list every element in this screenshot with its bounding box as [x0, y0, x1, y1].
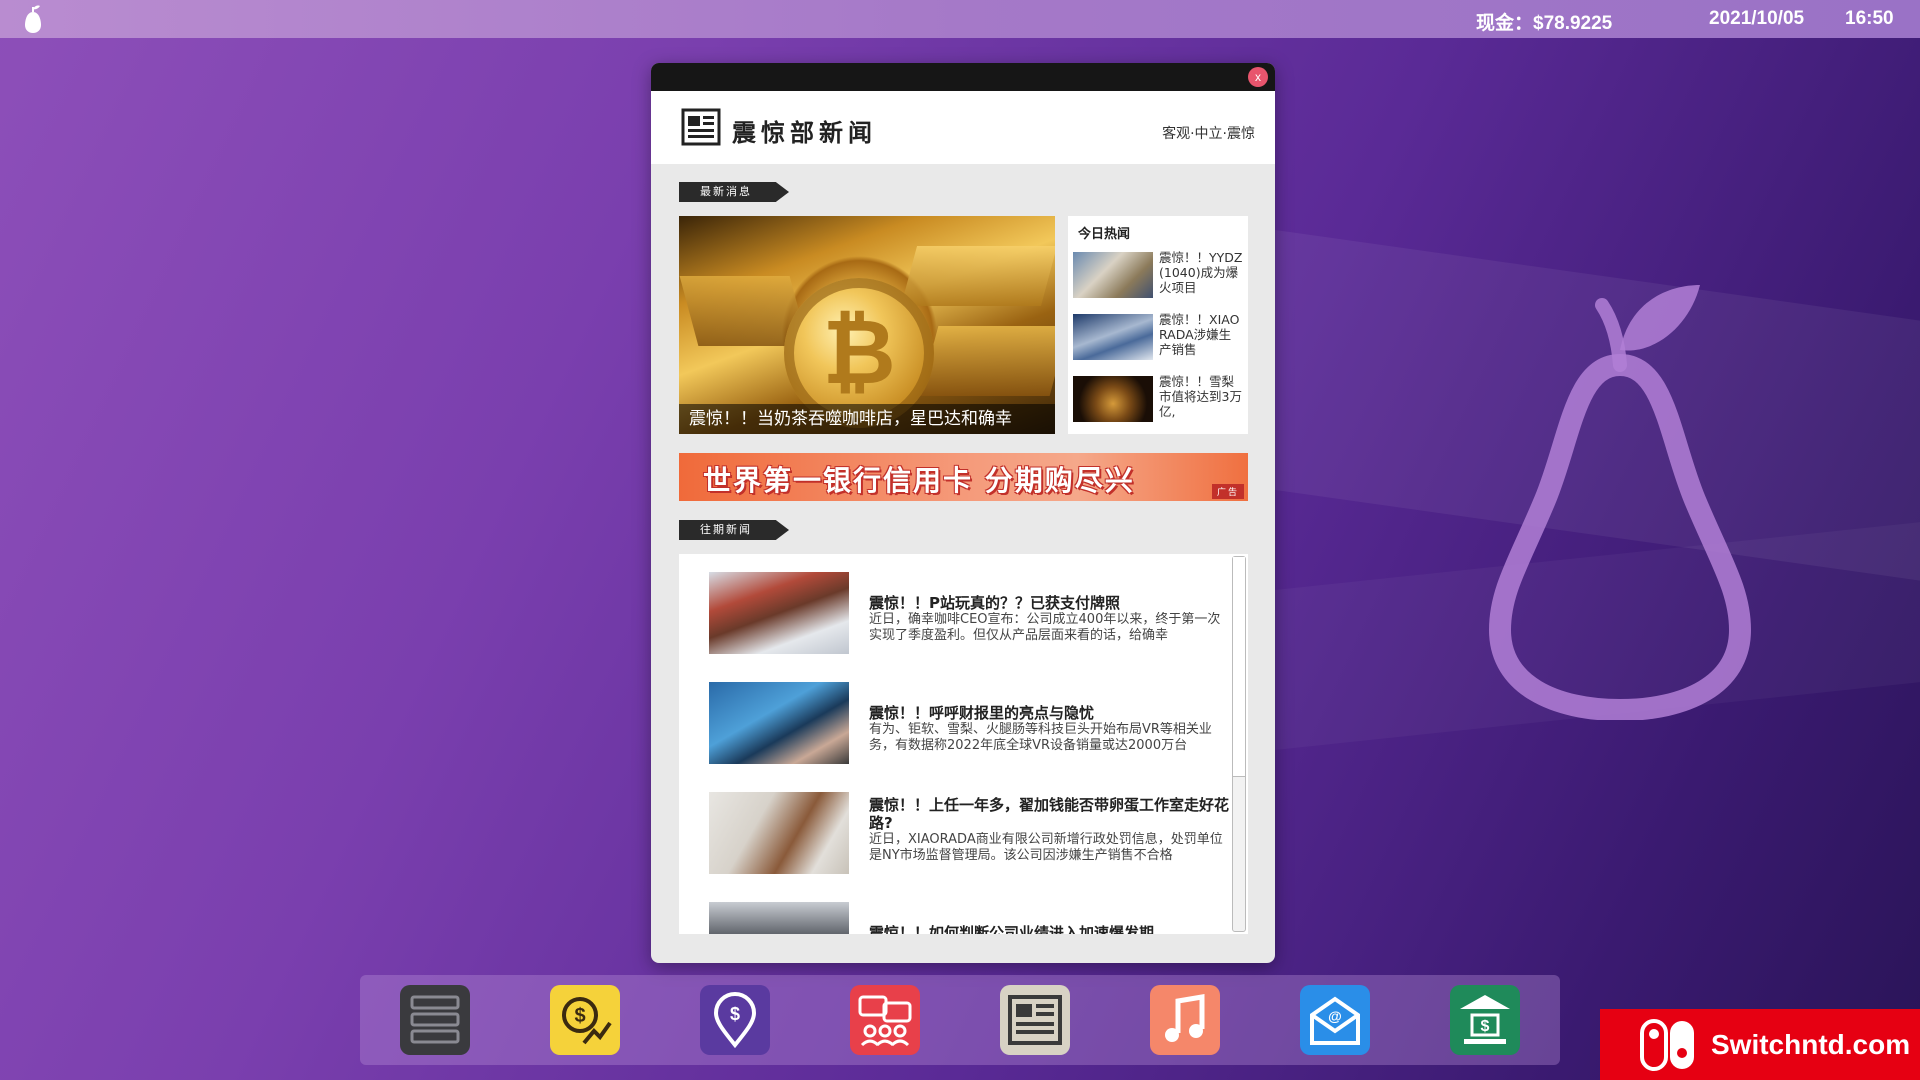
hot-news-text: 震惊！！XIAORADA涉嫌生产销售	[1159, 312, 1240, 357]
article-summary: 近日，确幸咖啡CEO宣布：公司成立400年以来，终于第一次实现了季度盈利。但仅从…	[869, 612, 1221, 643]
svg-text:$: $	[574, 1005, 585, 1027]
svg-text:@: @	[1328, 1008, 1342, 1024]
window-titlebar[interactable]: x	[651, 63, 1275, 91]
svg-text:$: $	[730, 1004, 740, 1024]
hot-news-item[interactable]: 震惊！！YYDZ(1040)成为爆火项目	[1073, 250, 1243, 304]
news-tagline: 客观·中立·震惊	[1162, 126, 1255, 142]
ad-tag: 广告	[1211, 484, 1244, 499]
past-news-list: 震惊！！P站玩真的？？已获支付牌照 近日，确幸咖啡CEO宣布：公司成立400年以…	[679, 554, 1248, 934]
hot-news-text: 震惊！！YYDZ(1040)成为爆火项目	[1159, 250, 1243, 295]
article-thumbnail	[709, 792, 849, 874]
hot-news-item[interactable]: 震惊！！XIAORADA涉嫌生产销售	[1073, 312, 1243, 366]
article-summary: 有为、钜软、雪梨、火腿肠等科技巨头开始布局VR等相关业务，有数据称2022年底全…	[869, 722, 1212, 753]
date-display: 2021/10/05	[1709, 8, 1805, 29]
pear-logo-icon[interactable]	[20, 4, 46, 34]
watermark-text: Switchntd.com	[1711, 1029, 1911, 1060]
past-news-article[interactable]: 震惊！！如何判断公司业绩进入加速爆发期	[709, 902, 1219, 934]
past-news-article[interactable]: 震惊！！上任一年多，翟加钱能否带卵蛋工作室走好花路? 近日，XIAORADA商业…	[709, 792, 1229, 876]
menu-bar: 现金：$78.9225 2021/10/05 16:50	[0, 0, 1920, 38]
article-thumbnail	[709, 572, 849, 654]
close-button[interactable]: x	[1248, 67, 1268, 87]
article-title: 震惊！！如何判断公司业绩进入加速爆发期	[869, 924, 1155, 934]
hot-news-panel: 今日热闻 震惊！！YYDZ(1040)成为爆火项目 震惊！！XIAORADA涉嫌…	[1068, 216, 1248, 434]
article-thumbnail	[709, 682, 849, 764]
location-dollar-icon[interactable]: $	[700, 985, 770, 1055]
ad-text: 世界第一银行信用卡 分期购尽兴	[703, 464, 1135, 497]
news-header: 震惊部新闻 客观·中立·震惊	[651, 91, 1275, 164]
article-title: 震惊！！上任一年多，翟加钱能否带卵蛋工作室走好花路?	[869, 796, 1230, 832]
bank-icon[interactable]: $	[1450, 985, 1520, 1055]
newspaper-icon	[681, 108, 721, 146]
scrollbar-thumb[interactable]	[1233, 557, 1245, 777]
time-display: 16:50	[1845, 8, 1894, 29]
server-icon[interactable]	[400, 985, 470, 1055]
hot-news-thumbnail	[1073, 376, 1153, 422]
app-dock: $ $ @ $	[360, 975, 1560, 1065]
news-brand-title: 震惊部新闻	[732, 119, 877, 147]
pear-wallpaper-icon	[1488, 285, 1752, 720]
cash-display: 现金：$78.9225	[1476, 13, 1613, 34]
article-thumbnail	[709, 902, 849, 934]
newspaper-icon[interactable]	[1000, 985, 1070, 1055]
hot-news-title: 今日热闻	[1078, 227, 1131, 242]
past-news-article[interactable]: 震惊！！呼呼财报里的亮点与隐忧 有为、钜软、雪梨、火腿肠等科技巨头开始布局VR等…	[709, 682, 1219, 766]
hero-news-card[interactable]: ₿ 震惊！！当奶茶吞噬咖啡店，星巴达和确幸	[679, 216, 1055, 434]
switch-logo-icon	[1640, 1019, 1694, 1071]
chat-group-icon[interactable]	[850, 985, 920, 1055]
mail-icon[interactable]: @	[1300, 985, 1370, 1055]
past-news-label: 往期新闻	[679, 520, 789, 540]
hot-news-thumbnail	[1073, 314, 1153, 360]
gold-bar-image	[919, 326, 1055, 396]
gold-bar-image	[900, 246, 1055, 306]
latest-news-label: 最新消息	[679, 182, 789, 202]
hot-news-text: 震惊！！雪梨市值将达到3万亿,	[1159, 374, 1242, 419]
music-icon[interactable]	[1150, 985, 1220, 1055]
article-summary: 近日，XIAORADA商业有限公司新增行政处罚信息，处罚单位是NY市场监督管理局…	[869, 832, 1223, 863]
svg-text:$: $	[1481, 1018, 1490, 1035]
hot-news-item[interactable]: 震惊！！雪梨市值将达到3万亿,	[1073, 374, 1243, 428]
article-title: 震惊！！呼呼财报里的亮点与隐忧	[869, 704, 1095, 722]
scrollbar[interactable]	[1232, 556, 1246, 932]
watermark-banner: Switchntd.com	[1600, 1009, 1920, 1080]
news-window: x 震惊部新闻 客观·中立·震惊 最新消息 ₿ 震惊！！当奶茶吞噬咖啡店，星巴达…	[651, 63, 1275, 963]
ad-banner[interactable]: 世界第一银行信用卡 分期购尽兴 广告	[679, 453, 1248, 501]
stock-chart-icon[interactable]: $	[550, 985, 620, 1055]
hero-caption: 震惊！！当奶茶吞噬咖啡店，星巴达和确幸	[679, 404, 1055, 434]
past-news-article[interactable]: 震惊！！P站玩真的？？已获支付牌照 近日，确幸咖啡CEO宣布：公司成立400年以…	[709, 572, 1220, 656]
hot-news-thumbnail	[1073, 252, 1153, 298]
article-title: 震惊！！P站玩真的？？已获支付牌照	[869, 594, 1120, 612]
